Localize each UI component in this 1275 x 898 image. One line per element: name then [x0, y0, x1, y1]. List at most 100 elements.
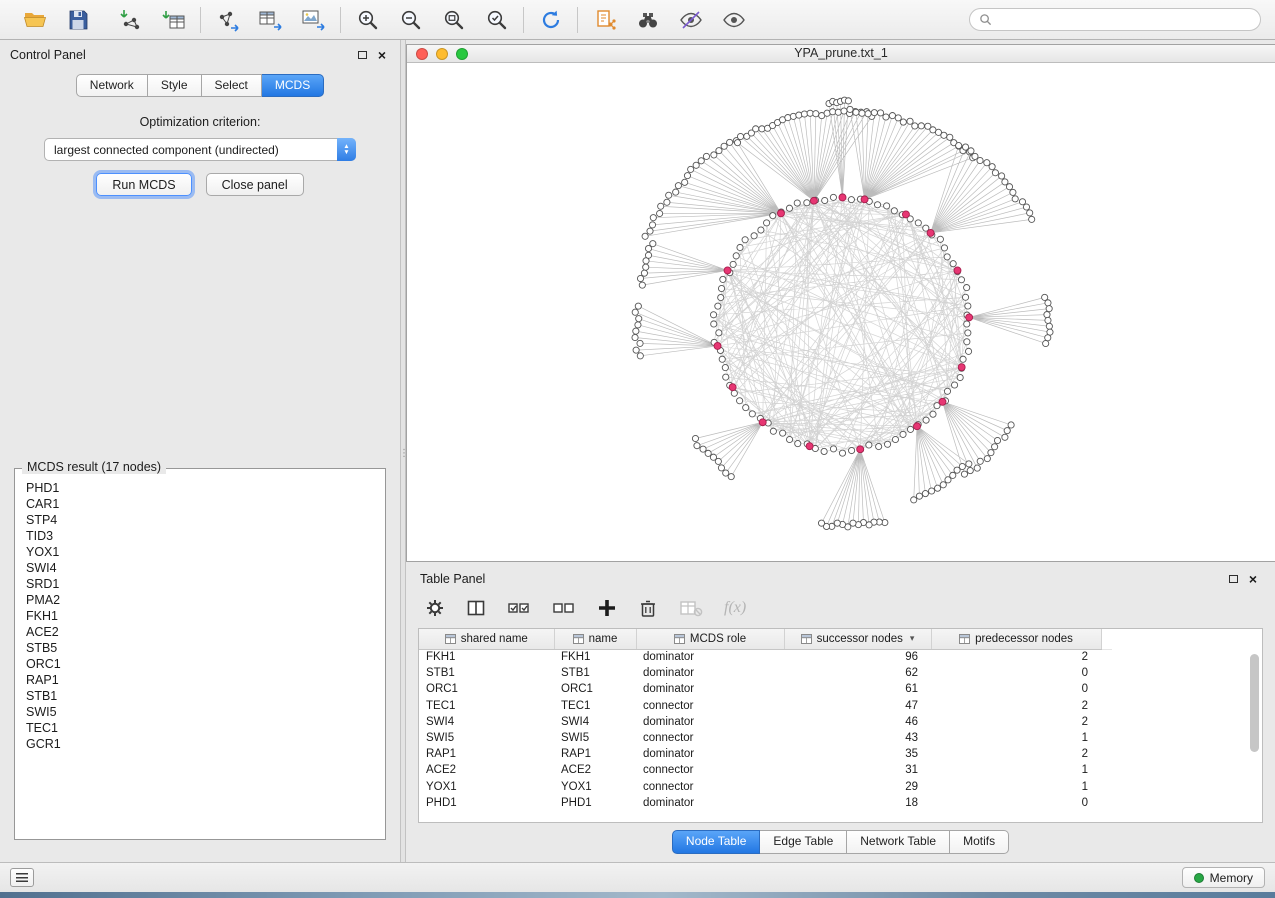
network-node[interactable]	[961, 471, 967, 477]
close-table-panel-button[interactable]: ×	[1249, 574, 1257, 584]
network-node[interactable]	[719, 356, 725, 362]
cell-predecessor-nodes[interactable]: 1	[931, 779, 1101, 795]
network-node[interactable]	[964, 321, 970, 327]
network-hub-node[interactable]	[939, 398, 946, 405]
network-node[interactable]	[960, 356, 966, 362]
network-node[interactable]	[918, 123, 924, 129]
network-node[interactable]	[718, 285, 724, 291]
network-node[interactable]	[977, 157, 983, 163]
network-hub-node[interactable]	[914, 423, 921, 430]
window-minimize-icon[interactable]	[436, 48, 448, 60]
network-node[interactable]	[822, 197, 828, 203]
zoom-in-button[interactable]	[354, 7, 381, 33]
mcds-result-item[interactable]: SWI5	[26, 704, 382, 720]
network-node[interactable]	[770, 213, 776, 219]
network-node[interactable]	[694, 443, 700, 449]
network-node[interactable]	[641, 270, 647, 276]
cell-successor-nodes[interactable]: 96	[784, 649, 931, 665]
network-node[interactable]	[984, 456, 990, 462]
network-node[interactable]	[965, 348, 971, 354]
sort-chevron-icon[interactable]: ▾	[910, 633, 915, 644]
network-node[interactable]	[636, 316, 642, 322]
network-hub-node[interactable]	[857, 446, 864, 453]
network-node[interactable]	[821, 448, 827, 454]
network-node[interactable]	[650, 215, 656, 221]
network-node[interactable]	[737, 398, 743, 404]
deselect-all-button[interactable]	[552, 598, 576, 618]
network-hub-node[interactable]	[777, 210, 784, 217]
cell-predecessor-nodes[interactable]: 1	[931, 730, 1101, 746]
network-node[interactable]	[1045, 317, 1051, 323]
network-node[interactable]	[657, 210, 663, 216]
network-node[interactable]	[1002, 434, 1008, 440]
table-row[interactable]: SWI4SWI4dominator462	[419, 714, 1112, 730]
mcds-result-item[interactable]: FKH1	[26, 608, 382, 624]
float-panel-button[interactable]	[358, 51, 367, 59]
network-node[interactable]	[1004, 428, 1010, 434]
cell-shared-name[interactable]: ACE2	[419, 762, 554, 778]
delete-column-button[interactable]	[638, 598, 658, 618]
table-row[interactable]: SWI5SWI5connector431	[419, 730, 1112, 746]
tab-mcds[interactable]: MCDS	[262, 74, 324, 97]
network-node[interactable]	[1006, 184, 1012, 190]
network-node[interactable]	[700, 446, 706, 452]
network-node[interactable]	[853, 109, 859, 115]
cell-successor-nodes[interactable]: 31	[784, 762, 931, 778]
network-node[interactable]	[964, 285, 970, 291]
network-node[interactable]	[637, 340, 643, 346]
network-node[interactable]	[716, 148, 722, 154]
window-zoom-icon[interactable]	[456, 48, 468, 60]
table-tab-node-table[interactable]: Node Table	[672, 830, 761, 854]
network-node[interactable]	[727, 139, 733, 145]
network-node[interactable]	[907, 426, 913, 432]
mcds-result-item[interactable]: YOX1	[26, 544, 382, 560]
network-node[interactable]	[718, 294, 724, 300]
memory-button[interactable]: Memory	[1182, 867, 1265, 888]
open-file-button[interactable]	[21, 7, 48, 33]
network-node[interactable]	[977, 458, 983, 464]
cell-predecessor-nodes[interactable]: 2	[931, 714, 1101, 730]
column-header-successor-nodes[interactable]: successor nodes▾	[784, 629, 931, 649]
cell-name[interactable]: SWI4	[554, 714, 636, 730]
status-menu-button[interactable]	[10, 868, 34, 887]
cell-name[interactable]: STB1	[554, 665, 636, 681]
zoom-selected-button[interactable]	[483, 7, 510, 33]
network-node[interactable]	[941, 245, 947, 251]
mcds-result-item[interactable]: TEC1	[26, 720, 382, 736]
network-node[interactable]	[915, 220, 921, 226]
network-hub-node[interactable]	[927, 229, 934, 236]
panel-splitter[interactable]: ⋮	[400, 40, 406, 862]
tab-style[interactable]: Style	[148, 74, 202, 97]
cell-mcds-role[interactable]: connector	[636, 779, 784, 795]
network-node[interactable]	[999, 173, 1005, 179]
network-node[interactable]	[923, 417, 929, 423]
table-row[interactable]: YOX1YOX1connector291	[419, 779, 1112, 795]
network-node[interactable]	[1044, 312, 1050, 318]
cell-successor-nodes[interactable]: 35	[784, 746, 931, 762]
network-node[interactable]	[737, 244, 743, 250]
network-node[interactable]	[847, 106, 853, 112]
network-node[interactable]	[866, 442, 872, 448]
network-node[interactable]	[711, 152, 717, 158]
network-node[interactable]	[1008, 422, 1014, 428]
network-node[interactable]	[1023, 204, 1029, 210]
network-hub-node[interactable]	[724, 267, 731, 274]
network-hub-node[interactable]	[958, 364, 965, 371]
select-all-button[interactable]	[507, 598, 531, 618]
network-node[interactable]	[813, 111, 819, 117]
network-node[interactable]	[733, 253, 739, 259]
network-node[interactable]	[722, 364, 728, 370]
show-columns-button[interactable]	[466, 598, 486, 618]
network-node[interactable]	[845, 98, 851, 104]
mcds-result-item[interactable]: PMA2	[26, 592, 382, 608]
network-node[interactable]	[759, 126, 765, 132]
network-hub-node[interactable]	[806, 443, 813, 450]
column-header-predecessor-nodes[interactable]: predecessor nodes	[931, 629, 1101, 649]
network-node[interactable]	[883, 114, 889, 120]
mcds-result-item[interactable]: STB5	[26, 640, 382, 656]
network-node[interactable]	[786, 436, 792, 442]
network-node[interactable]	[835, 109, 841, 115]
network-node[interactable]	[635, 303, 641, 309]
network-node[interactable]	[770, 428, 776, 434]
network-node[interactable]	[688, 166, 694, 172]
